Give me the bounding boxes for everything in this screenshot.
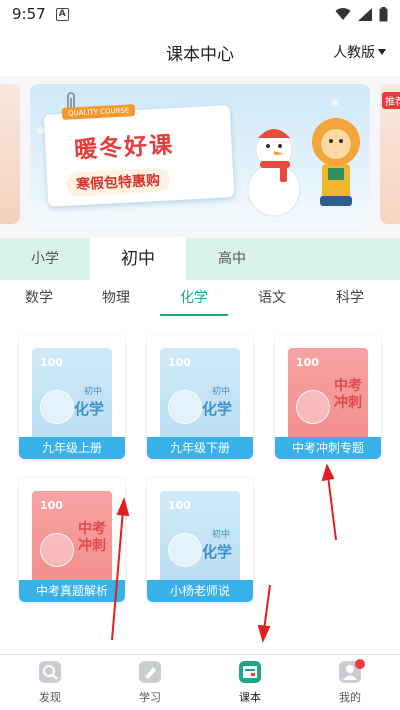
nav-profile[interactable]: 我的: [300, 655, 400, 710]
bottom-nav: 发现 学习 课本 我的: [0, 654, 400, 710]
textbook-icon: [239, 661, 261, 683]
study-icon: [139, 661, 161, 683]
annotation-arrow: [321, 463, 337, 541]
annotation-arrows: [111, 463, 337, 643]
annotation-arrow: [111, 496, 130, 641]
nav-label: 课本: [239, 691, 261, 704]
notification-dot: [355, 659, 365, 669]
nav-label: 我的: [339, 691, 361, 704]
textbook-center-page: 9:57 A 课本中心 人教版 ❄ ❄ ❄ QUALITY COURSE 暖冬好…: [0, 0, 400, 710]
nav-label: 发现: [39, 691, 61, 704]
nav-label: 学习: [139, 691, 161, 704]
nav-textbook[interactable]: 课本: [200, 655, 300, 710]
annotation-arrow: [257, 584, 271, 643]
nav-study[interactable]: 学习: [100, 655, 200, 710]
nav-discover[interactable]: 发现: [0, 655, 100, 710]
discover-icon: [39, 661, 61, 683]
